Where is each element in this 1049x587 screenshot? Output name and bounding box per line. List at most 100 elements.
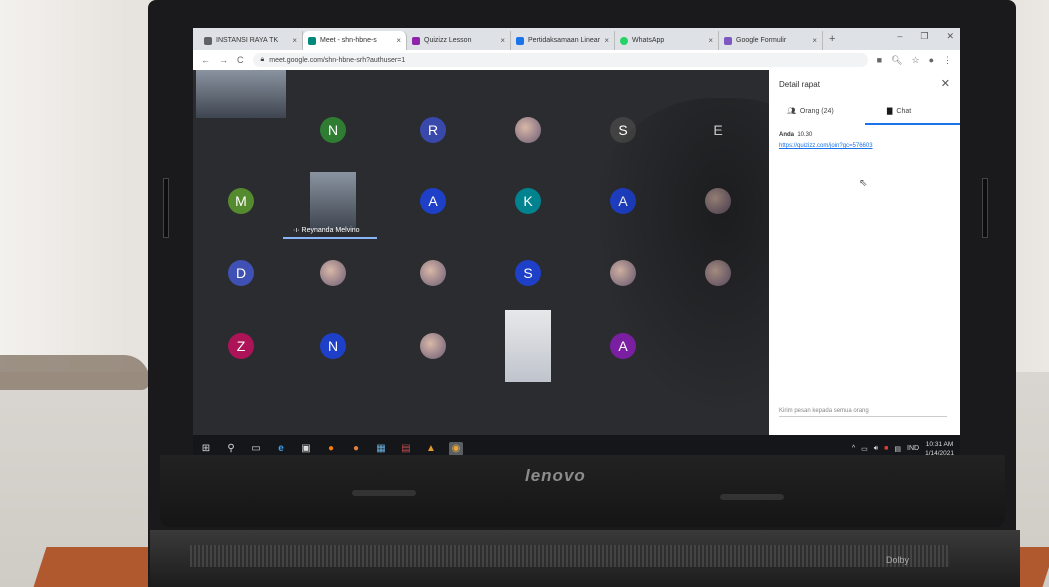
participant-tile[interactable]: N <box>309 106 357 154</box>
hinge <box>720 494 784 500</box>
participant-avatar: Z <box>228 333 254 359</box>
photos-icon[interactable]: ▦ <box>374 442 388 456</box>
tab-favicon <box>412 36 420 45</box>
laptop-screen: INSTANSI RAYA TK × Meet - shn-hbne-s × Qui… <box>193 28 960 462</box>
calendar-icon[interactable]: ▤ <box>399 442 413 456</box>
active-tab-indicator <box>865 123 960 125</box>
vlc-icon[interactable]: ▲ <box>424 442 438 456</box>
participant-tile[interactable] <box>409 322 457 370</box>
participant-tile[interactable] <box>309 249 357 297</box>
browser-tab[interactable]: WhatsApp × <box>615 31 719 50</box>
close-tab-icon[interactable]: × <box>396 36 401 45</box>
browser-tab-bar: INSTANSI RAYA TK × Meet - shn-hbne-s × Qui… <box>193 28 960 50</box>
firefox-icon[interactable]: ● <box>324 442 338 456</box>
camera-icon[interactable]: ■ <box>877 55 882 66</box>
reload-icon[interactable]: C <box>237 55 244 65</box>
speaker-grille <box>190 545 950 567</box>
address-bar-row: ← → C 🔒︎ meet.google.com/shn-hbne-srh?au… <box>193 50 960 70</box>
chat-message-link[interactable]: https://quizizz.com/join?gc=576603 <box>779 143 873 149</box>
tab-favicon <box>204 36 212 45</box>
participant-tile[interactable]: M <box>217 177 265 225</box>
participant-tile[interactable]: N <box>309 322 357 370</box>
lock-icon: 🔒︎ <box>260 56 265 63</box>
participant-tile[interactable]: R <box>409 106 457 154</box>
participant-tile[interactable]: S <box>599 106 647 154</box>
tab-chat[interactable]: ▇ Chat <box>887 107 911 116</box>
url-field[interactable]: 🔒︎ meet.google.com/shn-hbne-srh?authuser… <box>252 53 868 67</box>
participant-grid: N R S E M ·ı· Reynanda Melvino A K A D S Z N A <box>193 70 769 435</box>
participant-tile[interactable]: K <box>504 177 552 225</box>
participant-tile[interactable]: D <box>217 249 265 297</box>
browser-tab-active[interactable]: Meet - shn-hbne-s × <box>303 31 407 50</box>
close-tab-icon[interactable]: × <box>500 36 505 45</box>
participant-tile[interactable] <box>599 249 647 297</box>
close-tab-icon[interactable]: × <box>708 36 713 45</box>
edge-icon[interactable]: e <box>274 442 288 456</box>
participant-video[interactable] <box>196 70 286 118</box>
whatsapp-favicon <box>620 36 628 45</box>
search-icon[interactable]: 🔍︎ <box>891 55 902 66</box>
new-tab-button[interactable]: + <box>829 33 835 45</box>
participant-tile[interactable] <box>409 249 457 297</box>
participant-video[interactable] <box>505 310 551 382</box>
participant-tile[interactable] <box>694 249 742 297</box>
panel-title: Detail rapat <box>779 80 820 89</box>
browser-tab[interactable]: Quizizz Lesson × <box>407 31 511 50</box>
participant-tile[interactable] <box>504 106 552 154</box>
browser-tab[interactable]: INSTANSI RAYA TK × <box>199 31 303 50</box>
chrome-icon[interactable]: ◉ <box>449 441 463 456</box>
store-icon[interactable]: ▣ <box>299 442 313 456</box>
search-icon[interactable]: ⚲ <box>224 442 238 456</box>
menu-icon[interactable]: ⋮ <box>943 55 952 66</box>
participant-photo <box>515 117 541 143</box>
meeting-details-panel: Detail rapat ✕ 👥︎ Orang (24) ▇ Chat Anda… <box>769 70 960 435</box>
laptop-right-edge <box>982 178 988 238</box>
tab-people[interactable]: 👥︎ Orang (24) <box>787 107 834 116</box>
participant-tile[interactable]: E <box>694 106 742 154</box>
lenovo-logo: lenovo <box>525 466 586 485</box>
forms-favicon <box>724 36 732 45</box>
close-icon[interactable]: ✕ <box>941 77 950 90</box>
minimize-icon[interactable]: – <box>897 31 902 42</box>
forward-icon[interactable]: → <box>219 55 228 65</box>
participant-avatar: M <box>228 188 254 214</box>
participant-photo <box>420 333 446 359</box>
notification-icon[interactable]: ▤ <box>894 445 901 453</box>
antivirus-icon[interactable]: ■ <box>884 445 888 452</box>
participant-tile[interactable]: S <box>504 249 552 297</box>
profile-icon[interactable]: ● <box>929 55 934 66</box>
participant-photo <box>420 260 446 286</box>
participant-avatar: A <box>420 188 446 214</box>
close-tab-icon[interactable]: × <box>292 36 297 45</box>
active-speaker-indicator <box>283 237 377 239</box>
participant-avatar: A <box>610 333 636 359</box>
chat-input[interactable]: Kirim pesan kepada semua orang <box>779 408 947 417</box>
close-tab-icon[interactable]: × <box>812 36 817 45</box>
rug <box>0 355 150 390</box>
battery-icon[interactable]: ▭ <box>861 445 868 453</box>
app-icon[interactable]: ● <box>349 442 363 456</box>
browser-tab[interactable]: Pertidaksamaan Linear × <box>511 31 615 50</box>
participant-tile[interactable]: Z <box>217 322 265 370</box>
participant-tile[interactable] <box>694 177 742 225</box>
windows-start-icon[interactable]: ⊞ <box>199 442 213 456</box>
language-indicator[interactable]: IND <box>907 445 919 452</box>
chat-message-header: Anda 10.30 <box>779 132 813 138</box>
task-view-icon[interactable]: ▭ <box>249 442 263 456</box>
close-window-icon[interactable]: ✕ <box>946 31 954 42</box>
close-tab-icon[interactable]: × <box>604 36 609 45</box>
browser-tab[interactable]: Google Formulir × <box>719 31 823 50</box>
participant-tile[interactable]: A <box>599 177 647 225</box>
chevron-up-icon[interactable]: ^ <box>852 445 855 452</box>
participant-tile[interactable]: A <box>409 177 457 225</box>
volume-icon[interactable]: 🔊︎ <box>874 445 878 453</box>
participant-photo <box>610 260 636 286</box>
tab-favicon <box>516 36 524 45</box>
laptop-left-edge <box>163 178 169 238</box>
participant-tile[interactable]: A <box>599 322 647 370</box>
window-controls: – ❐ ✕ <box>897 31 954 42</box>
back-icon[interactable]: ← <box>201 55 210 65</box>
participant-video[interactable] <box>310 172 356 230</box>
star-icon[interactable]: ☆ <box>911 55 919 66</box>
maximize-icon[interactable]: ❐ <box>920 31 928 42</box>
